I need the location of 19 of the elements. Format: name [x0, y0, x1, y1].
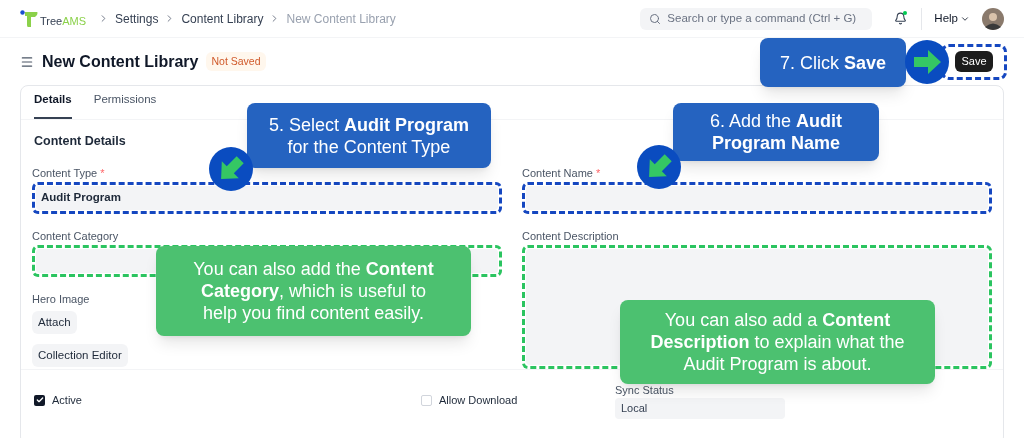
field-label: Content Type [32, 165, 98, 179]
page-title: New Content Library [42, 51, 199, 72]
section-title: Content Details [34, 133, 126, 150]
checkbox-label: Active [52, 393, 82, 408]
logo-text: TreeAMS [40, 13, 87, 29]
tip-tooltip: You can also add the Content Category, which is useful to help you find content easily. [156, 246, 471, 336]
step-tooltip: 5. Select Audit Program for the Content Type [247, 103, 491, 168]
checkbox-label: Allow Download [439, 393, 518, 408]
field-label: Sync Status [615, 382, 675, 396]
tip-tooltip: You can also add a Content Description to explain what the Audit Program is about. [620, 300, 935, 384]
field-label: Hero Image [32, 291, 90, 305]
field-label: Content Category [32, 228, 119, 242]
step-tooltip: 7. Click Save [760, 38, 906, 87]
required-mark: * [100, 165, 105, 179]
step-tooltip: 6. Add the Audit Program Name [673, 103, 879, 161]
required-mark: * [595, 165, 601, 179]
field-label: Content Name [522, 165, 593, 179]
field-label: Content Description [522, 228, 619, 242]
status-badge: Not Saved [206, 51, 266, 72]
